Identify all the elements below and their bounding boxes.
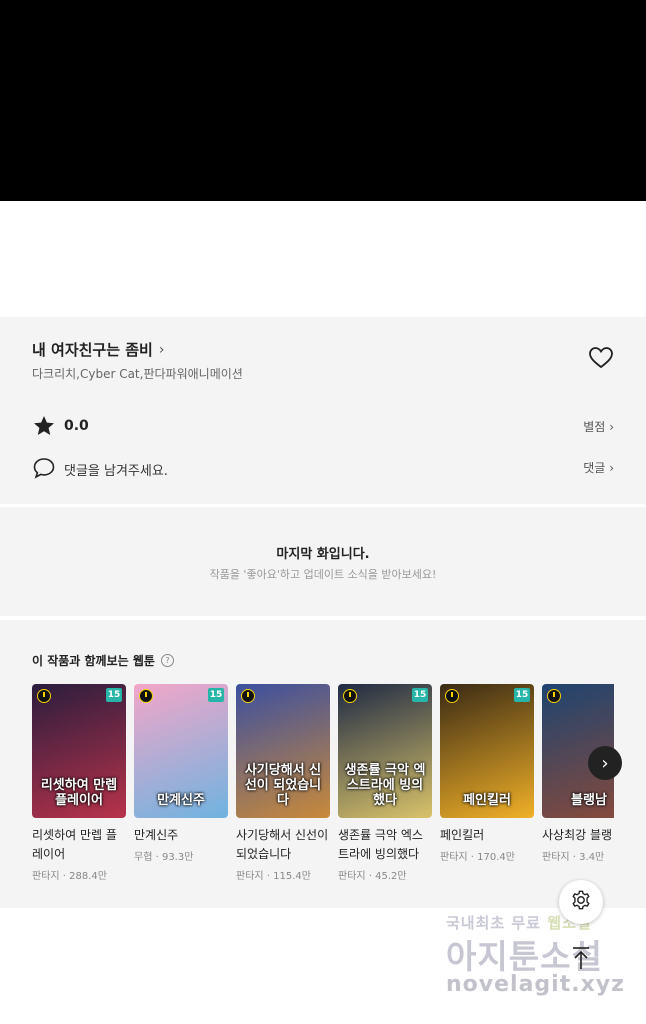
clock-icon [241, 689, 255, 703]
scroll-top-button[interactable] [566, 945, 596, 975]
rating-link[interactable]: 별점 › [583, 418, 614, 435]
recommendation-carousel: 15 리셋하여 만렙 플레이어 리셋하여 만렙 플레이어 판타지 · 288.4만 15… [32, 684, 614, 899]
notice-title: 마지막 화입니다. [276, 547, 370, 562]
recommendation-card[interactable]: 15 생존률 극악 엑스트라에 빙의했다 생존률 극악 엑스트라에 빙의했다 판타지 … [338, 684, 432, 882]
card-title: 만계신주 [134, 828, 179, 842]
watermark-line3: novelagit.xyz [446, 972, 625, 997]
chevron-right-icon[interactable]: › [588, 746, 622, 780]
help-icon[interactable]: ? [160, 654, 174, 667]
work-title-link[interactable]: 내 여자친구는 좀비 › [32, 339, 164, 360]
age-rating-badge: 15 [208, 688, 224, 702]
card-title: 사기당해서 신선이 되었습니다 [236, 828, 329, 861]
episode-image-end [0, 0, 646, 201]
cover-title-art: 리셋하여 만렙 플레이어 [40, 778, 118, 808]
cover-thumbnail[interactable]: 사기당해서 신선이 되었습니다 [236, 684, 330, 818]
recommendation-card[interactable]: 15 리셋하여 만렙 플레이어 리셋하여 만렙 플레이어 판타지 · 288.4만 [32, 684, 126, 882]
card-meta: 판타지 · 3.4만 [542, 852, 605, 863]
arrow-up-icon [570, 946, 592, 974]
clock-icon [37, 689, 51, 703]
recommendations-panel: 이 작품과 함께보는 웹툰 ? 15 리셋하여 만렙 플레이어 리셋하여 만렙 플레… [0, 620, 646, 908]
work-authors: 다크리치,Cyber Cat,판다파워애니메이션 [32, 367, 243, 381]
star-icon [32, 415, 56, 437]
chevron-right-icon: › [158, 341, 165, 358]
chevron-right-icon: › [609, 420, 614, 434]
rating-row: 0.0 별점 › [32, 415, 614, 439]
comment-icon [32, 457, 56, 479]
cover-title-art: 생존률 극악 엑스트라에 빙의했다 [344, 763, 426, 808]
comment-link[interactable]: 댓글 › [583, 459, 614, 476]
clock-icon [547, 689, 561, 703]
clock-icon [445, 689, 459, 703]
card-title: 페인킬러 [440, 828, 485, 842]
cover-title-art: 페인킬러 [463, 793, 511, 808]
cover-title-art: 만계신주 [157, 793, 205, 808]
age-rating-badge: 15 [106, 688, 122, 702]
comment-prompt: 댓글을 남겨주세요. [64, 464, 168, 479]
card-meta: 무협 · 93.3만 [134, 852, 194, 863]
cover-thumbnail[interactable]: 15 리셋하여 만렙 플레이어 [32, 684, 126, 818]
card-meta: 판타지 · 170.4만 [440, 852, 515, 863]
age-rating-badge: 15 [412, 688, 428, 702]
comment-row[interactable]: 댓글을 남겨주세요. 댓글 › [32, 456, 614, 480]
recommendation-card[interactable]: 15 만계신주 만계신주 무협 · 93.3만 [134, 684, 228, 863]
cover-thumbnail[interactable]: 15 페인킬러 [440, 684, 534, 818]
age-rating-badge: 15 [514, 688, 530, 702]
gear-icon [570, 889, 592, 915]
cover-title-art: 사기당해서 신선이 되었습니다 [244, 763, 322, 808]
heart-icon[interactable] [589, 347, 613, 369]
card-title: 리셋하여 만렙 플레이어 [32, 828, 117, 861]
work-title: 내 여자친구는 좀비 [32, 341, 153, 359]
card-meta: 판타지 · 45.2만 [338, 871, 407, 882]
clock-icon [139, 689, 153, 703]
clock-icon [343, 689, 357, 703]
last-episode-notice: 마지막 화입니다. 작품을 '좋아요'하고 업데이트 소식을 받아보세요! [0, 507, 646, 616]
chevron-right-icon: › [609, 461, 614, 475]
cover-thumbnail[interactable]: 15 생존률 극악 엑스트라에 빙의했다 [338, 684, 432, 818]
notice-subtitle: 작품을 '좋아요'하고 업데이트 소식을 받아보세요! [209, 568, 437, 581]
settings-button[interactable] [559, 880, 603, 924]
card-meta: 판타지 · 115.4만 [236, 871, 311, 882]
work-info-panel: 내 여자친구는 좀비 › 다크리치,Cyber Cat,판다파워애니메이션 0.… [0, 317, 646, 504]
card-title: 생존률 극악 엑스트라에 빙의했다 [338, 828, 423, 861]
cover-title-art: 블랭남 [571, 793, 607, 808]
card-meta: 판타지 · 288.4만 [32, 871, 107, 882]
recommendation-card[interactable]: 15 페인킬러 페인킬러 판타지 · 170.4만 [440, 684, 534, 863]
rating-value: 0.0 [64, 418, 89, 434]
card-title: 사상최강 블랭 [542, 828, 613, 842]
recommendations-header: 이 작품과 함께보는 웹툰 ? [32, 652, 174, 669]
cover-thumbnail[interactable]: 15 만계신주 [134, 684, 228, 818]
recommendations-title: 이 작품과 함께보는 웹툰 [32, 654, 155, 668]
recommendation-card[interactable]: 사기당해서 신선이 되었습니다 사기당해서 신선이 되었습니다 판타지 · 115.… [236, 684, 330, 882]
